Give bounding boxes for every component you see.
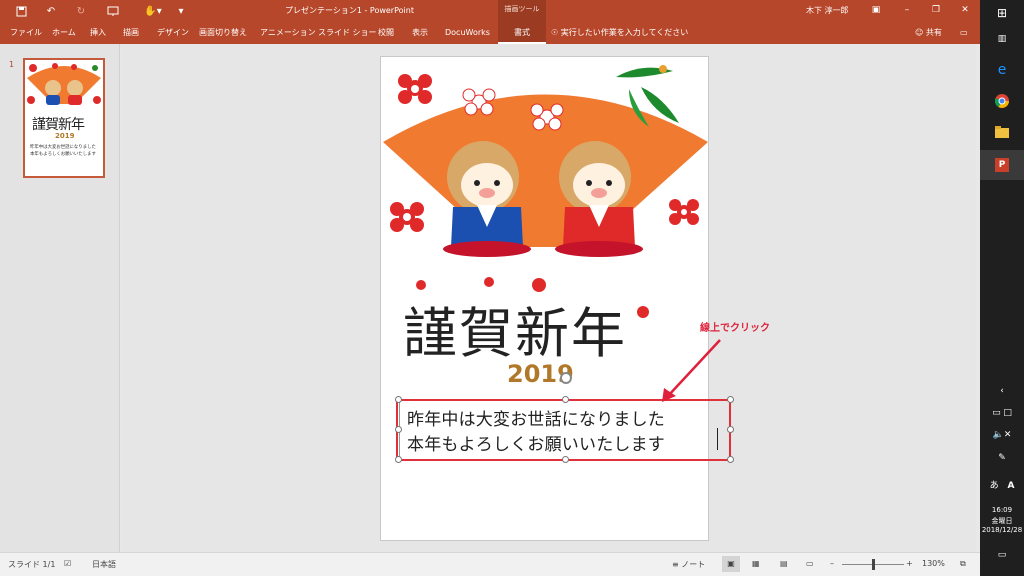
text-cursor — [717, 428, 718, 450]
powerpoint-icon: P — [995, 158, 1009, 172]
file-explorer-icon[interactable] — [980, 126, 1024, 141]
person-icon: ☺ — [915, 28, 924, 37]
chrome-icon[interactable] — [980, 94, 1024, 111]
resize-handle-left[interactable] — [395, 426, 402, 433]
thumbnail-line-1: 昨年中は大変お世話になりました — [30, 145, 96, 150]
save-icon[interactable] — [8, 0, 34, 22]
clock-time[interactable]: 16:09 — [980, 506, 1024, 514]
tab-review[interactable]: 校閲 — [376, 22, 396, 44]
reading-view-icon[interactable]: ▤ — [780, 559, 788, 568]
ribbon-tabs: ファイル ホーム 挿入 描画 デザイン 画面切り替え アニメーション スライド … — [0, 22, 980, 44]
ribbon-display-options-icon[interactable]: ▣ — [862, 0, 890, 22]
resize-handle-bottom-left[interactable] — [395, 456, 402, 463]
customize-qat-icon[interactable]: ▾ — [168, 0, 194, 22]
thumbnail-title: 謹賀新年 — [32, 117, 85, 133]
action-center-icon[interactable]: ▭ — [980, 550, 1024, 560]
minimize-button[interactable]: – — [893, 0, 921, 22]
resize-handle-top-left[interactable] — [395, 396, 402, 403]
tab-design[interactable]: デザイン — [155, 22, 191, 44]
language-indicator[interactable]: 日本語 — [92, 559, 116, 570]
resize-handle-bottom-right[interactable] — [727, 456, 734, 463]
tell-me-box[interactable]: ☉ 実行したい作業を入力してください — [549, 22, 690, 44]
status-bar: スライド 1/1 ☑ 日本語 ≡ ノート ▣ ▦ ▤ ▭ – + 130% ⧉ — [0, 552, 980, 576]
window-title: プレゼンテーション1 - PowerPoint — [285, 6, 414, 15]
zoom-level[interactable]: 130% — [922, 559, 945, 568]
thumbnail-line-2: 本年もよろしくお願いいたします — [30, 152, 96, 157]
thumbnail-year: 2019 — [55, 132, 75, 140]
normal-view-icon[interactable]: ▣ — [722, 556, 740, 572]
message-line-1[interactable]: 昨年中は大変お世話になりました — [407, 405, 665, 430]
close-button[interactable]: ✕ — [951, 0, 979, 22]
resize-handle-top[interactable] — [562, 396, 569, 403]
share-label: 共有 — [925, 28, 942, 37]
tab-format[interactable]: 書式 — [498, 22, 546, 44]
volume-muted-icon[interactable]: 🔈✕ — [980, 430, 1024, 440]
resize-handle-bottom[interactable] — [562, 456, 569, 463]
tab-transitions[interactable]: 画面切り替え — [197, 22, 249, 44]
lightbulb-icon: ☉ — [551, 28, 559, 37]
share-button[interactable]: ☺ 共有 — [913, 22, 944, 44]
presentation-start-icon[interactable] — [100, 0, 126, 22]
tab-home[interactable]: ホーム — [50, 22, 78, 44]
redo-icon[interactable]: ↻ — [68, 0, 94, 22]
ime-label: あ — [989, 481, 999, 491]
tell-me-text: 実行したい作業を入力してください — [560, 28, 689, 37]
slideshow-icon[interactable]: ▭ — [806, 559, 814, 568]
clock-date: 2018/12/28 — [981, 526, 1023, 534]
drawing-tools-label: 描画ツール — [498, 0, 546, 22]
powerpoint-taskbar-button[interactable]: P — [980, 150, 1024, 180]
undo-icon[interactable]: ↶ — [38, 0, 64, 22]
restore-button[interactable]: ❐ — [922, 0, 950, 22]
slide-title: 謹賀新年 — [403, 302, 627, 365]
battery-network-icon[interactable]: ▭ □ — [980, 408, 1024, 418]
spellcheck-icon[interactable]: ☑ — [64, 559, 71, 568]
zoom-out-button[interactable]: – — [830, 559, 834, 568]
clock-weekday: 金曜日 — [991, 517, 1013, 525]
tab-draw[interactable]: 描画 — [121, 22, 141, 44]
slide-sorter-icon[interactable]: ▦ — [752, 559, 760, 568]
tab-view[interactable]: 表示 — [410, 22, 430, 44]
comments-icon[interactable]: ▭ — [958, 22, 970, 44]
slide-thumbnail[interactable]: 謹賀新年 2019 昨年中は大変お世話になりました 本年もよろしくお願いいたしま… — [23, 58, 105, 178]
fit-to-window-icon[interactable]: ⧉ — [960, 559, 966, 569]
slide-indicator: スライド 1/1 — [8, 560, 56, 569]
ie-browser-icon[interactable]: e — [980, 62, 1024, 78]
show-hidden-icons-chevron-icon[interactable]: ‹ — [980, 386, 1024, 396]
acrobat-icon: A — [1007, 481, 1015, 491]
touch-mode-icon[interactable]: ✋▾ — [136, 0, 170, 22]
slide[interactable]: 謹賀新年 2019 — [380, 56, 709, 541]
tab-file[interactable]: ファイル — [8, 22, 44, 44]
thumbnail-slide-number: 1 — [9, 60, 15, 69]
resize-handle-right[interactable] — [727, 426, 734, 433]
windows-taskbar: ⊞ ▥ e P ‹ ▭ □ 🔈✕ ✎ あ A 16:09 金曜日 2018/12… — [980, 0, 1024, 576]
tab-slideshow[interactable]: スライド ショー — [316, 22, 379, 44]
message-line-2[interactable]: 本年もよろしくお願いいたします — [407, 430, 665, 455]
title-bar: ↶ ↻ ✋▾ ▾ プレゼンテーション1 - PowerPoint 描画ツール 木… — [0, 0, 980, 22]
tab-insert[interactable]: 挿入 — [88, 22, 108, 44]
pen-icon[interactable]: ✎ — [980, 453, 1024, 463]
notes-label: ノート — [681, 560, 706, 569]
tab-docuworks[interactable]: DocuWorks — [443, 22, 492, 44]
annotation-arrow-icon — [662, 339, 721, 402]
user-name[interactable]: 木下 淳一郎 — [806, 5, 849, 16]
windows-start-icon[interactable]: ⊞ — [980, 6, 1024, 20]
rotate-handle-icon[interactable] — [560, 372, 572, 384]
notes-button[interactable]: ≡ ノート — [672, 559, 705, 570]
tab-animations[interactable]: アニメーション — [258, 22, 318, 44]
notes-icon: ≡ — [672, 560, 679, 569]
zoom-in-button[interactable]: + — [906, 559, 913, 568]
task-view-icon[interactable]: ▥ — [980, 34, 1024, 44]
ime-indicator[interactable]: あ A — [980, 478, 1024, 491]
zoom-slider-thumb[interactable] — [872, 559, 875, 570]
